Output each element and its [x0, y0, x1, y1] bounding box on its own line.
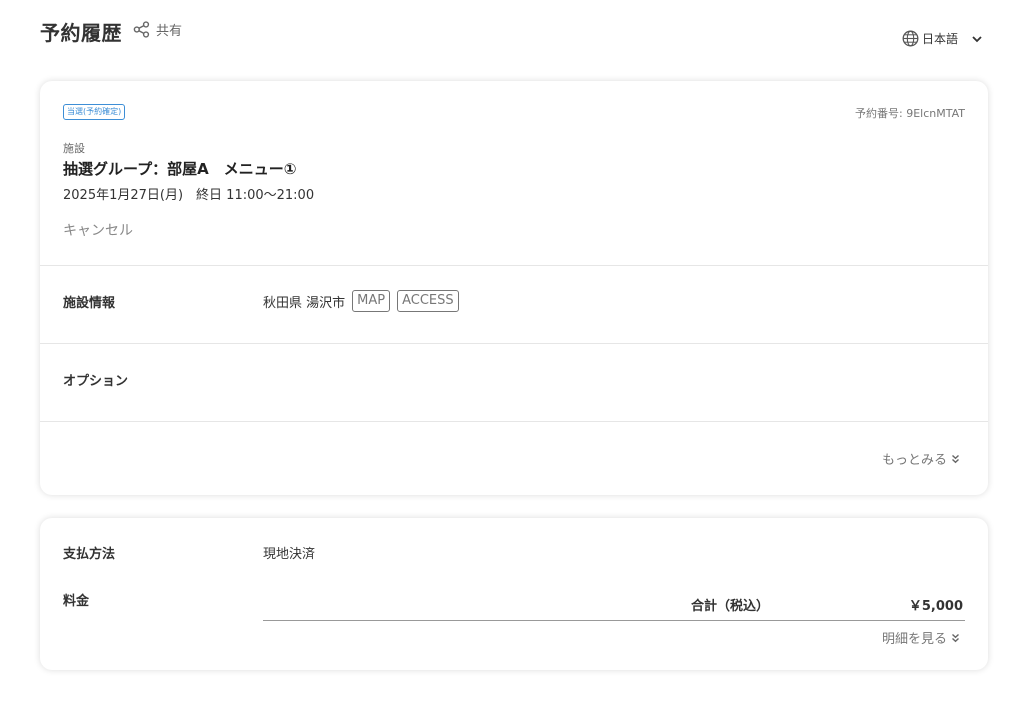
total-label: 合計（税込）: [691, 599, 770, 614]
reservation-card: 当選(予約確定) 予約番号: 9ElcnMTAT 施設 抽選グループ：部屋A メ…: [40, 81, 988, 495]
status-badge: 当選(予約確定): [63, 104, 126, 120]
view-details-button[interactable]: 明細を見る: [882, 628, 960, 647]
reservation-number: 予約番号: 9ElcnMTAT: [855, 107, 965, 120]
language-label: 日本語: [922, 32, 959, 46]
view-details-label: 明細を見る: [881, 632, 947, 647]
page-title: 予約履歴: [40, 21, 122, 45]
fee-label: 料金: [63, 594, 90, 609]
chevron-down-icon: [972, 35, 982, 42]
payment-method-value: 現地決済: [263, 547, 316, 562]
share-icon: [133, 21, 150, 38]
facility-info-label: 施設情報: [63, 296, 116, 311]
facility-address: 秋田県 湯沢市 MAP ACCESS: [263, 290, 459, 312]
share-button[interactable]: 共有: [133, 20, 182, 39]
total-divider: [263, 620, 965, 621]
address-text: 秋田県 湯沢市: [263, 295, 346, 311]
show-more-button[interactable]: もっとみる: [882, 449, 960, 468]
divider: [40, 343, 988, 344]
cancel-button[interactable]: キャンセル: [63, 220, 133, 240]
reservation-datetime: 2025年1月27日(月) 終日 11:00〜21:00: [63, 188, 315, 203]
total-value: ￥5,000: [908, 599, 963, 614]
show-more-label: もっとみる: [881, 453, 947, 468]
options-label: オプション: [63, 374, 129, 389]
payment-card: 支払方法 現地決済 料金 合計（税込） ￥5,000 明細を見る: [40, 518, 988, 670]
share-label: 共有: [156, 24, 183, 39]
double-chevron-down-icon: [952, 633, 959, 642]
map-button[interactable]: MAP: [352, 290, 391, 312]
globe-icon: [902, 30, 919, 47]
facility-name: 抽選グループ：部屋A メニュー①: [63, 160, 297, 178]
facility-label: 施設: [63, 142, 85, 155]
divider: [40, 265, 988, 266]
divider: [40, 421, 988, 422]
access-button[interactable]: ACCESS: [397, 290, 459, 312]
double-chevron-down-icon: [952, 454, 959, 463]
language-selector[interactable]: 日本語: [902, 30, 982, 47]
payment-method-label: 支払方法: [63, 547, 116, 562]
